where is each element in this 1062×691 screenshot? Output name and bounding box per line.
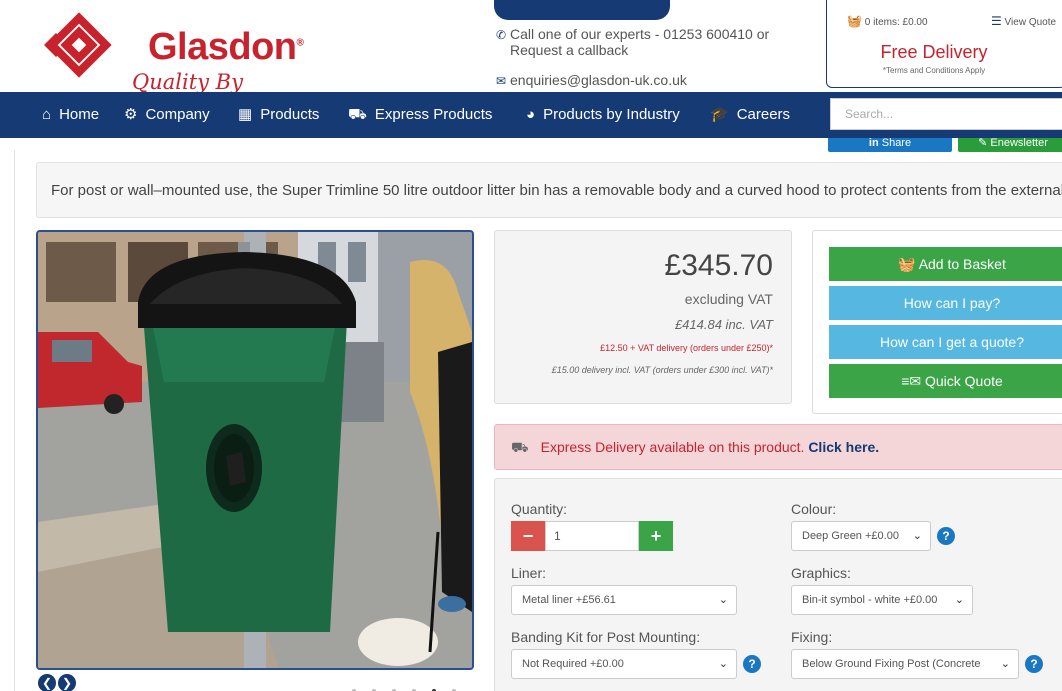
fixing-select[interactable]: Below Ground Fixing Post (Concrete ⌄ [791,649,1019,679]
fixing-label: Fixing: [791,629,833,645]
graphics-label: Graphics: [791,565,851,581]
colour-label: Colour: [791,501,837,517]
list-icon: ☰ [991,14,1002,28]
how-can-i-pay-button[interactable]: How can I pay? [829,286,1062,320]
chevron-down-icon: ⌄ [718,658,728,670]
colour-select[interactable]: Deep Green +£0.00 ⌄ [791,521,931,551]
express-click-here-link[interactable]: Click here. [808,439,879,455]
glasdon-logo-mark-icon [44,12,112,78]
view-quote-link[interactable]: ☰ View Quote [991,14,1056,28]
enewsletter-button[interactable]: ✎ Enewsletter [958,138,1062,152]
basket-panel: 🧺 0 items: £0.00 ☰ View Quote Free Deliv… [826,0,1062,88]
site-header: Glasdon® Quality By Design ✆Call one of … [0,0,1062,118]
grid-icon: ▦ [238,106,253,123]
express-delivery-banner: ⛟ Express Delivery available on this prod… [494,424,1062,470]
cogs-icon: ⚙ [124,106,138,123]
nav-products-by-industry[interactable]: ◕ Products by Industry [526,92,680,138]
phone-icon: ✆ [496,28,507,42]
graduation-cap-icon: 🎓 [710,106,729,123]
list-envelope-icon: ≡✉ [901,373,922,389]
truck-icon: ⛟ [348,106,367,123]
glasdon-logo[interactable]: Glasdon® Quality By Design [36,12,304,118]
banding-help-icon[interactable]: ? [743,655,761,673]
chevron-down-icon: ⌄ [912,530,922,542]
quantity-increase-button[interactable]: + [639,521,673,551]
banding-kit-label: Banding Kit for Post Mounting: [511,629,701,645]
quantity-decrease-button[interactable]: − [511,521,545,551]
price-inc-vat: £414.84 inc. VAT [674,317,773,332]
product-description: For post or wall–mounted use, the Super … [36,162,1062,218]
side-divider [14,150,15,691]
share-button[interactable]: in Share [828,138,952,152]
banding-kit-select[interactable]: Not Required +£0.00 ⌄ [511,649,737,679]
liner-select[interactable]: Metal liner +£56.61 ⌄ [511,585,737,615]
how-get-quote-button[interactable]: How can I get a quote? [829,325,1062,359]
price-amount: £345.70 [664,249,773,282]
phone-line: ✆ Call one of our experts - 01253 600410 … [496,26,770,42]
carousel-arrows: ❮ ❯ [38,674,78,691]
basket-icon: 🧺 [847,14,862,28]
truck-icon: ⛟ [511,439,529,455]
graphics-select[interactable]: Bin-it symbol - white +£0.00 ⌄ [791,585,973,615]
nav-home[interactable]: ⌂ Home [42,92,99,138]
colour-help-icon[interactable]: ? [937,527,955,545]
request-callback-link[interactable]: Request a callback [510,42,628,58]
nav-express-products[interactable]: ⛟ Express Products [348,92,492,138]
basket-icon: 🧺 [898,256,916,272]
logo-wordmark: Glasdon® [148,26,304,68]
product-page: Glasdon® Quality By Design ✆Call one of … [0,0,1062,691]
carousel-prev-button[interactable]: ❮ [38,674,56,691]
add-to-basket-button[interactable]: 🧺 Add to Basket [829,247,1062,281]
price-panel: £345.70 excluding VAT £414.84 inc. VAT £… [494,230,792,404]
chevron-down-icon: ⌄ [1000,658,1010,670]
action-panel: 🧺 Add to Basket How can I pay? How can I… [812,230,1062,414]
carousel-dots [352,680,472,691]
email-line[interactable]: ✉ enquiries@glasdon-uk.co.uk [496,72,687,89]
get-quote-pill[interactable] [494,0,670,20]
nav-careers[interactable]: 🎓 Careers [710,92,790,138]
carousel-next-button[interactable]: ❯ [58,674,76,691]
home-icon: ⌂ [42,106,52,123]
quantity-input[interactable]: 1 [545,521,639,551]
delivery-incl-vat-note: £15.00 delivery incl. VAT (orders under … [551,365,773,375]
liner-label: Liner: [511,565,547,581]
edit-icon: ✎ [978,137,988,149]
envelope-icon: ✉ [496,74,507,88]
basket-summary[interactable]: 🧺 0 items: £0.00 [847,14,928,28]
delivery-charge-note: £12.50 + VAT delivery (orders under £250… [600,343,773,353]
search-input[interactable]: Search... [830,98,1062,130]
free-delivery-text: Free Delivery [880,42,988,62]
chevron-down-icon: ⌄ [718,594,728,606]
linkedin-icon: in [868,137,879,149]
nav-products[interactable]: ▦ Products [238,92,319,138]
litter-bin-photo [38,232,472,668]
fixing-help-icon[interactable]: ? [1025,655,1043,673]
quick-quote-button[interactable]: ≡✉ Quick Quote [829,364,1062,398]
pie-chart-icon: ◕ [526,106,536,123]
chevron-down-icon: ⌄ [954,594,964,606]
price-ex-vat: excluding VAT [684,291,773,307]
product-options-panel: Quantity: − 1 + Colour: Deep Green +£0.0… [494,478,1062,691]
product-image[interactable] [36,230,474,670]
quantity-label: Quantity: [511,501,568,517]
nav-company[interactable]: ⚙ Company [124,92,210,138]
terms-text[interactable]: *Terms and Conditions Apply [827,66,1041,75]
